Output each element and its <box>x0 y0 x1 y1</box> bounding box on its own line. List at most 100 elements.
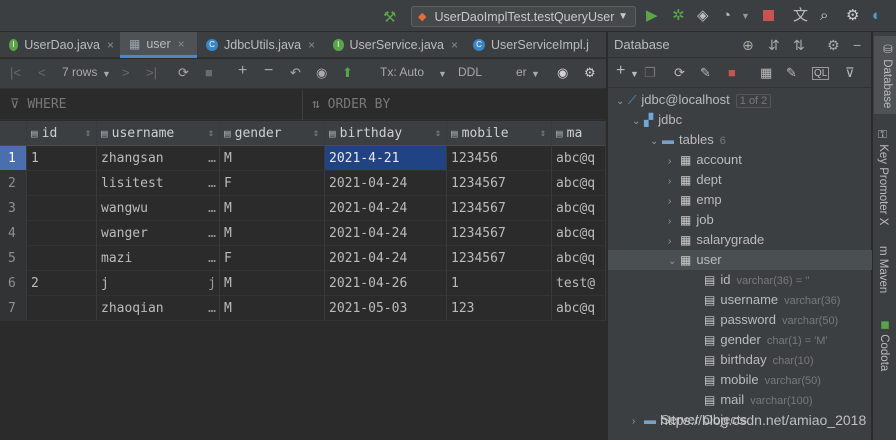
profile-icon[interactable]: ◔ <box>722 7 731 25</box>
cell-gender[interactable]: M <box>220 271 325 296</box>
cell-id[interactable]: 1 <box>27 146 97 171</box>
cell-mail[interactable]: abc@q <box>552 146 606 171</box>
debug-icon[interactable]: ✲ <box>672 7 685 25</box>
tree-node-table-salarygrade[interactable]: › ▦ salarygrade <box>668 230 764 250</box>
table-row[interactable]: 4 wanger … M 2021-04-24 1234567 abc@q <box>0 221 606 246</box>
cell-id[interactable] <box>27 196 97 221</box>
next-page-icon[interactable]: > <box>122 65 130 80</box>
expand-all-icon[interactable]: ⇵ <box>768 37 780 54</box>
row-number-cell[interactable]: 1 <box>0 146 27 171</box>
cell-birthday[interactable]: 2021-04-24 <box>325 196 447 221</box>
sort-icon[interactable]: ⇕ <box>208 121 214 145</box>
refresh-icon[interactable]: ⟳ <box>178 65 189 81</box>
tab-maven[interactable]: m Maven <box>877 246 889 293</box>
order-by-input[interactable]: ⇅ ORDER BY <box>312 97 390 112</box>
tab-jdbcutils[interactable]: C JdbcUtils.java × <box>197 32 324 58</box>
cell-mobile[interactable]: 1234567 <box>447 246 552 271</box>
build-hammer-icon[interactable]: ⚒ <box>383 8 396 26</box>
row-number-cell[interactable]: 5 <box>0 246 27 271</box>
table-row[interactable]: 2 lisitest … F 2021-04-24 1234567 abc@q <box>0 171 606 196</box>
preview-changes-icon[interactable]: ◉ <box>316 65 327 81</box>
close-icon[interactable]: × <box>308 38 315 52</box>
cell-username[interactable]: wangwu… <box>97 196 220 221</box>
cell-id[interactable] <box>27 296 97 321</box>
table-row[interactable]: 5 mazi … F 2021-04-24 1234567 abc@q <box>0 246 606 271</box>
add-row-icon[interactable]: + <box>238 62 247 80</box>
tree-node-column-birthday[interactable]: ▤ birthday char(10) <box>704 350 814 370</box>
delete-row-icon[interactable]: − <box>264 62 273 80</box>
cell-mail[interactable]: abc@q <box>552 171 606 196</box>
cell-mail[interactable]: abc@q <box>552 221 606 246</box>
cell-mobile[interactable]: 1234567 <box>447 196 552 221</box>
submit-icon[interactable]: ⬆ <box>342 65 353 81</box>
table-row[interactable]: 3 wangwu … M 2021-04-24 1234567 abc@q <box>0 196 606 221</box>
coverage-icon[interactable]: ◈ <box>697 7 709 25</box>
translate-icon[interactable]: 文 <box>793 7 808 25</box>
close-icon[interactable]: × <box>178 37 185 51</box>
chevron-right-icon[interactable]: › <box>668 232 680 252</box>
filter-icon[interactable]: ⊽ <box>845 65 855 81</box>
column-header-mobile[interactable]: ▤ mobile ⇕ <box>447 121 552 146</box>
chevron-down-icon[interactable]: ⌄ <box>650 132 662 152</box>
column-header-id[interactable]: ▤ id ⇕ <box>27 121 97 146</box>
tree-node-tables[interactable]: ⌄ ▬ tables 6 <box>650 130 726 150</box>
tree-node-table-job[interactable]: › ▦ job <box>668 210 714 230</box>
tree-node-table-emp[interactable]: › ▦ emp <box>668 190 722 210</box>
column-header-username[interactable]: ▤ username ⇕ <box>97 121 220 146</box>
chevron-down-icon[interactable]: ▼ <box>630 69 639 79</box>
column-header-mail[interactable]: ▤ ma <box>552 121 606 146</box>
tree-node-table-user[interactable]: ⌄ ▦ user <box>668 250 722 270</box>
row-number-cell[interactable]: 6 <box>0 271 27 296</box>
chevron-down-icon[interactable]: ⌄ <box>632 112 644 132</box>
disconnect-icon[interactable]: ■ <box>728 65 736 80</box>
table-row[interactable]: 7 zhaoqian … M 2021-05-03 123 abc@q <box>0 296 606 321</box>
tab-userdao[interactable]: I UserDao.java × <box>0 32 120 58</box>
cell-gender[interactable]: F <box>220 246 325 271</box>
sort-icon[interactable]: ⇕ <box>540 121 546 145</box>
chevron-down-icon[interactable]: ⌄ <box>668 252 680 272</box>
cell-mail[interactable]: abc@q <box>552 196 606 221</box>
gear-icon[interactable]: ⚙ <box>584 65 596 81</box>
chevron-down-icon[interactable]: ▼ <box>741 7 750 25</box>
sort-icon[interactable]: ⇕ <box>435 121 441 145</box>
tree-node-column-mobile[interactable]: ▤ mobile varchar(50) <box>704 370 821 390</box>
tree-node-table-account[interactable]: › ▦ account <box>668 150 742 170</box>
cell-username[interactable]: jj <box>97 271 220 296</box>
chevron-right-icon[interactable]: › <box>632 412 644 432</box>
cell-mobile[interactable]: 123 <box>447 296 552 321</box>
tab-userservice[interactable]: I UserService.java × <box>324 32 464 58</box>
cell-mail[interactable]: abc@q <box>552 246 606 271</box>
run-configuration-select[interactable]: ◆ UserDaoImplTest.testQueryUser ▼ <box>411 6 636 27</box>
chevron-down-icon[interactable]: ⌄ <box>616 92 628 112</box>
sort-icon[interactable]: ⇕ <box>313 121 319 145</box>
collapse-all-icon[interactable]: ⇅ <box>793 37 805 54</box>
tab-userserviceimpl[interactable]: C UserServiceImpl.j <box>464 32 606 58</box>
row-number-cell[interactable]: 4 <box>0 221 27 246</box>
first-page-icon[interactable]: |< <box>10 65 21 80</box>
row-number-cell[interactable]: 3 <box>0 196 27 221</box>
cell-birthday[interactable]: 2021-04-24 <box>325 246 447 271</box>
last-page-icon[interactable]: >| <box>146 65 157 80</box>
column-header-gender[interactable]: ▤ gender ⇕ <box>220 121 325 146</box>
stop-icon[interactable] <box>763 7 774 26</box>
tree-node-connection[interactable]: ⌄ ⟋ jdbc@localhost 1 of 2 <box>616 90 772 112</box>
cell-username[interactable]: mazi… <box>97 246 220 271</box>
view-eye-icon[interactable]: ◉ <box>557 65 568 81</box>
tree-node-column-username[interactable]: ▤ username varchar(36) <box>704 290 840 310</box>
cell-mobile[interactable]: 123456 <box>447 146 552 171</box>
cell-birthday[interactable]: 2021-4-21 <box>325 146 447 171</box>
chevron-down-icon[interactable]: ▼ <box>102 69 111 79</box>
cell-mobile[interactable]: 1234567 <box>447 221 552 246</box>
stop-query-icon[interactable]: ■ <box>205 65 213 80</box>
column-header-birthday[interactable]: ▤ birthday ⇕ <box>325 121 447 146</box>
cell-gender[interactable]: M <box>220 196 325 221</box>
plugin-icon[interactable]: ◐ <box>872 7 881 25</box>
cell-username[interactable]: zhangsan… <box>97 146 220 171</box>
chevron-right-icon[interactable]: › <box>668 212 680 232</box>
tab-user[interactable]: ▦ user × <box>120 32 197 58</box>
refresh-icon[interactable]: ⟳ <box>674 65 685 81</box>
cell-mobile[interactable]: 1 <box>447 271 552 296</box>
tree-node-column-mail[interactable]: ▤ mail varchar(100) <box>704 390 813 410</box>
tree-node-column-gender[interactable]: ▤ gender char(1) = 'M' <box>704 330 828 350</box>
tab-database[interactable]: ⛁ Database <box>874 36 896 115</box>
